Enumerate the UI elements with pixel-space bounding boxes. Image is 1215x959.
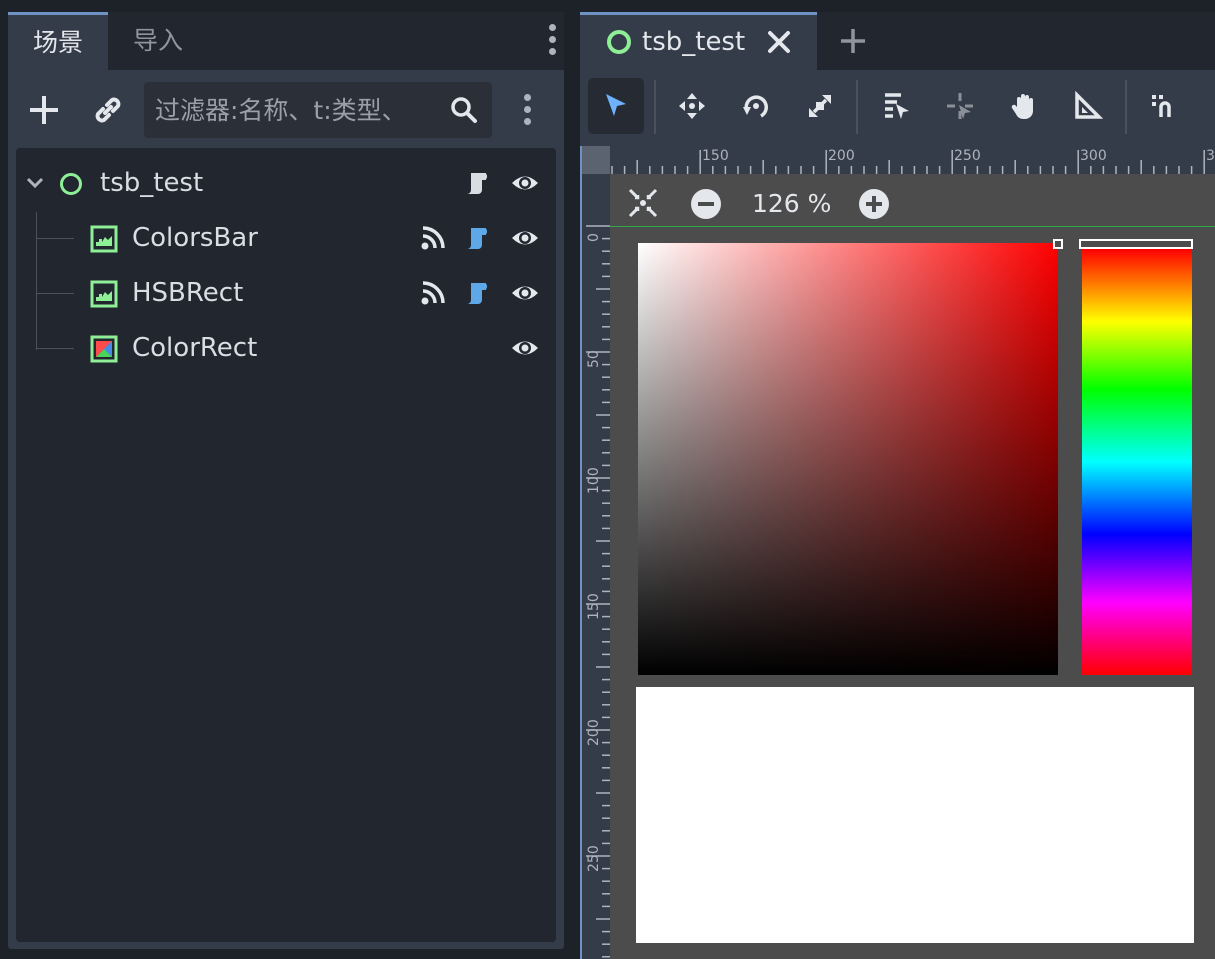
move-icon: [679, 93, 705, 119]
canvas-guide-line: [610, 226, 1215, 227]
visibility-eye-icon[interactable]: [510, 168, 540, 198]
pivot-tool-button[interactable]: [932, 78, 988, 134]
move-tool-button[interactable]: [664, 78, 720, 134]
texture-rect-icon: [90, 225, 118, 253]
ruler-label: 250: [586, 845, 602, 872]
visibility-eye-icon[interactable]: [510, 333, 540, 363]
scene-tree-menu-icon[interactable]: [522, 94, 532, 128]
tab-scene[interactable]: 场景: [8, 12, 108, 70]
scene-toolbar: [8, 70, 564, 146]
snap-tool-button[interactable]: [1136, 78, 1192, 134]
link-icon: [95, 97, 121, 123]
color-preview-rect: [636, 687, 1194, 943]
visibility-eye-icon[interactable]: [510, 278, 540, 308]
texture-rect-icon: [90, 280, 118, 308]
scale-tool-button[interactable]: [792, 78, 848, 134]
tab-tsb-test[interactable]: tsb_test: [580, 12, 817, 70]
toolbar-separator: [1125, 80, 1127, 134]
hue-cursor[interactable]: [1079, 239, 1193, 249]
visibility-eye-icon[interactable]: [510, 223, 540, 253]
list-select-icon: [885, 93, 909, 119]
script-icon[interactable]: [462, 168, 492, 198]
hand-icon: [1011, 94, 1033, 119]
tree-row-hsbrect[interactable]: HSBRect: [16, 266, 556, 321]
saturation-value-picker[interactable]: [638, 243, 1058, 675]
ruler-icon: [1075, 91, 1103, 119]
hue-bar[interactable]: [1082, 249, 1192, 675]
canvas-toolbar: [580, 70, 1215, 146]
close-icon[interactable]: [766, 29, 792, 55]
ruler-label: 300: [1080, 148, 1107, 164]
script-icon[interactable]: [462, 278, 492, 308]
zoom-in-button[interactable]: [858, 188, 890, 220]
ruler-label: 150: [586, 593, 602, 620]
node-filter: [144, 82, 492, 138]
node-circle-icon: [60, 173, 82, 195]
ruler-label: 100: [586, 467, 602, 494]
zoom-out-button[interactable]: [690, 188, 722, 220]
add-tab-button[interactable]: [838, 26, 868, 56]
node-circle-icon: [607, 30, 631, 54]
signals-icon[interactable]: [418, 278, 448, 308]
canvas-viewport[interactable]: 150 200 250 300 3 0 50 100 150 200 250 0…: [580, 146, 1215, 959]
horizontal-ruler: [582, 146, 1215, 174]
rotate-icon: [743, 95, 768, 118]
cursor-arrow-icon: [606, 94, 626, 116]
signals-icon[interactable]: [418, 223, 448, 253]
vertical-ruler: [582, 146, 610, 959]
scene-tab-label: tsb_test: [642, 27, 746, 57]
toolbar-separator: [654, 80, 656, 134]
list-select-tool-button[interactable]: [868, 78, 924, 134]
pivot-icon: [947, 93, 973, 119]
ruler-label: 0: [586, 233, 602, 242]
ruler-label: 200: [828, 148, 855, 164]
node-name: HSBRect: [132, 278, 244, 308]
dock-menu-icon[interactable]: [548, 24, 556, 58]
picker-cursor[interactable]: [1053, 239, 1063, 249]
color-rect-icon: [90, 335, 118, 363]
tree-row-tsb-test[interactable]: tsb_test: [16, 156, 556, 211]
scene-dock: 场景 导入 过滤器:名称、t:类型、 tsb_test ColorsBar HS…: [8, 12, 564, 949]
ruler-tool-button[interactable]: [1060, 78, 1116, 134]
pan-tool-button[interactable]: [996, 78, 1052, 134]
center-view-icon[interactable]: [626, 186, 660, 220]
add-node-button[interactable]: [24, 90, 64, 130]
ruler-label: 250: [954, 148, 981, 164]
dock-tab-bar: 场景 导入: [8, 12, 564, 70]
node-name: ColorsBar: [132, 223, 258, 253]
scene-tree: tsb_test ColorsBar HSBRect ColorRect: [16, 148, 556, 942]
scene-tab-bar: tsb_test: [580, 12, 1215, 70]
ruler-label: 200: [586, 719, 602, 746]
more-tools-button[interactable]: [1200, 78, 1215, 134]
instance-scene-button[interactable]: [88, 90, 128, 130]
select-tool-button[interactable]: [588, 78, 644, 134]
script-icon[interactable]: [462, 223, 492, 253]
toolbar-separator: [856, 80, 858, 134]
zoom-level-label[interactable]: 126 %: [752, 186, 831, 222]
search-icon: [451, 97, 477, 123]
scale-icon: [809, 95, 831, 117]
tree-row-colorrect[interactable]: ColorRect: [16, 321, 556, 376]
ruler-label: 3: [1206, 148, 1215, 164]
ruler-label: 150: [702, 148, 729, 164]
ruler-label: 50: [586, 350, 602, 368]
chevron-down-icon[interactable]: [26, 176, 44, 190]
rotate-tool-button[interactable]: [728, 78, 784, 134]
tree-row-colorsbar[interactable]: ColorsBar: [16, 211, 556, 266]
ruler-corner: [582, 146, 610, 174]
magnet-icon: [1152, 95, 1171, 117]
node-name: ColorRect: [132, 333, 258, 363]
editor-area: tsb_test 150 200 250 300 3 0 50 100 150 …: [580, 12, 1215, 959]
tab-import[interactable]: 导入: [108, 12, 208, 70]
node-filter-input[interactable]: [155, 83, 445, 137]
node-name: tsb_test: [100, 168, 204, 198]
